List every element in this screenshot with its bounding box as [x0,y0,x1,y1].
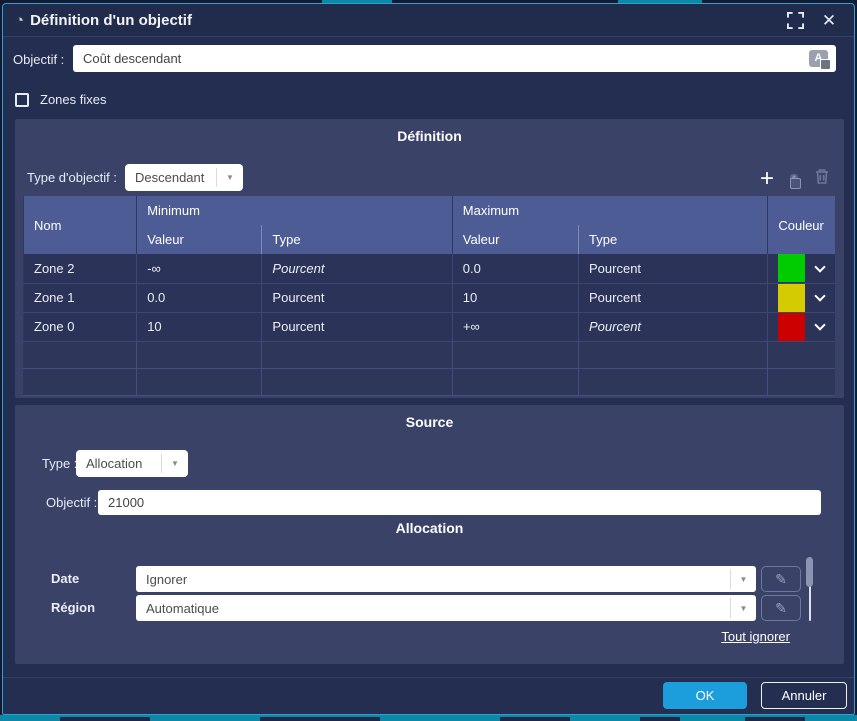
empty-row [24,341,836,368]
zone-color-cell [768,283,835,312]
chevron-down-icon [815,319,826,330]
color-swatch [778,254,805,282]
column-header-max-type: Type [579,225,768,254]
delete-zone-button[interactable] [814,167,830,190]
zone-min-value-cell[interactable]: -∞ [137,254,262,283]
allocation-title: Allocation [15,520,844,536]
zone-name-cell[interactable]: Zone 1 [24,283,137,312]
column-header-max-valeur: Valeur [452,225,578,254]
zones-fixes-row: Zones fixes [15,92,106,107]
allocation-date-label: Date [51,571,79,586]
stage: ◔ Définition d'un objectif ✕ Objectif : … [0,0,857,721]
objective-icon: ◔ [15,13,24,28]
definition-title: Définition [15,119,844,144]
dropdown-arrow-icon: ▼ [730,569,756,589]
source-type-value: Allocation [76,450,161,477]
source-type-dropdown[interactable]: Allocation ▼ [76,450,188,477]
allocation-date-dropdown[interactable]: Ignorer ▼ [136,566,756,592]
objective-type-value: Descendant [125,164,216,191]
empty-row [24,368,836,395]
source-type-label: Type : [42,456,77,471]
ok-button[interactable]: OK [663,682,747,709]
zone-min-type-cell[interactable]: Pourcent [262,283,452,312]
allocation-scrollbar-thumb[interactable] [806,557,813,587]
zone-min-type-cell[interactable]: Pourcent [262,312,452,341]
definition-panel: Définition Type d'objectif : Descendant … [15,119,844,398]
chevron-down-icon [815,261,826,272]
color-swatch [778,284,805,312]
footer-divider [3,677,854,678]
column-header-min-type: Type [262,225,452,254]
column-header-nom: Nom [24,196,137,254]
zones-table: Nom Minimum Maximum Couleur Valeur Type … [23,196,835,396]
cancel-button[interactable]: Annuler [761,682,847,709]
trash-icon [814,167,830,185]
column-header-maximum: Maximum [452,196,768,225]
close-icon: ✕ [822,12,836,29]
background-bottom [0,715,857,721]
pencil-icon: ✎ [775,600,787,617]
column-header-couleur: Couleur [768,196,835,254]
pencil-icon: ✎ [775,571,787,588]
edit-region-button[interactable]: ✎ [761,595,801,621]
edit-date-button[interactable]: ✎ [761,566,801,592]
zone-max-value-cell[interactable]: 0.0 [452,254,578,283]
zone-color-picker[interactable] [778,284,835,312]
dropdown-arrow-icon: ▼ [730,598,756,618]
dialog-title: Définition d'un objectif [30,12,774,29]
zones-toolbar: + A [760,167,830,190]
close-button[interactable]: ✕ [816,8,842,32]
zone-row: Zone 0 10 Pourcent +∞ Pourcent [24,312,836,341]
zones-table-header: Nom Minimum Maximum Couleur Valeur Type … [24,196,836,254]
allocation-region-dropdown[interactable]: Automatique ▼ [136,595,756,621]
zone-max-value-cell[interactable]: +∞ [452,312,578,341]
source-title: Source [15,405,844,430]
source-panel: Source Type : Allocation ▼ Objectif : Al… [15,405,844,664]
zone-max-value-cell[interactable]: 10 [452,283,578,312]
objective-label: Objectif : [13,52,64,67]
zone-color-cell [768,254,835,283]
chevron-down-icon [815,290,826,301]
maximize-button[interactable] [782,8,808,32]
objective-type-label: Type d'objectif : [27,170,117,185]
zone-color-cell [768,312,835,341]
ignore-all-link[interactable]: Tout ignorer [721,629,790,644]
zone-max-type-cell[interactable]: Pourcent [579,312,768,341]
allocation-region-value: Automatique [136,595,730,621]
zone-min-value-cell[interactable]: 10 [137,312,262,341]
zone-name-cell[interactable]: Zone 0 [24,312,137,341]
dropdown-arrow-icon: ▼ [216,168,243,187]
zone-min-type-cell[interactable]: Pourcent [262,254,452,283]
dialog-titlebar: ◔ Définition d'un objectif ✕ [3,4,854,37]
zone-max-type-cell[interactable]: Pourcent [579,283,768,312]
zones-fixes-checkbox[interactable] [15,93,29,107]
add-zone-button[interactable]: + [760,169,774,189]
zone-color-picker[interactable] [778,313,835,341]
allocation-region-label: Région [51,600,95,615]
duplicate-icon: A [790,174,798,186]
zone-min-value-cell[interactable]: 0.0 [137,283,262,312]
zone-max-type-cell[interactable]: Pourcent [579,254,768,283]
zone-row: Zone 2 -∞ Pourcent 0.0 Pourcent [24,254,836,283]
maximize-icon [787,12,804,29]
zones-fixes-label: Zones fixes [40,92,106,107]
allocation-date-value: Ignorer [136,566,730,592]
color-swatch [778,313,805,341]
objective-name-input[interactable] [73,45,836,72]
source-objective-label: Objectif : [46,495,97,510]
zone-row: Zone 1 0.0 Pourcent 10 Pourcent [24,283,836,312]
translate-icon[interactable]: A [809,50,828,67]
duplicate-zone-button[interactable]: A [790,170,798,188]
column-header-minimum: Minimum [137,196,453,225]
objective-type-dropdown[interactable]: Descendant ▼ [125,164,243,191]
column-header-min-valeur: Valeur [137,225,262,254]
zone-name-cell[interactable]: Zone 2 [24,254,137,283]
dropdown-arrow-icon: ▼ [161,454,188,473]
objective-definition-dialog: ◔ Définition d'un objectif ✕ Objectif : … [2,3,855,715]
source-objective-input[interactable] [98,490,821,515]
zone-color-picker[interactable] [778,254,835,283]
